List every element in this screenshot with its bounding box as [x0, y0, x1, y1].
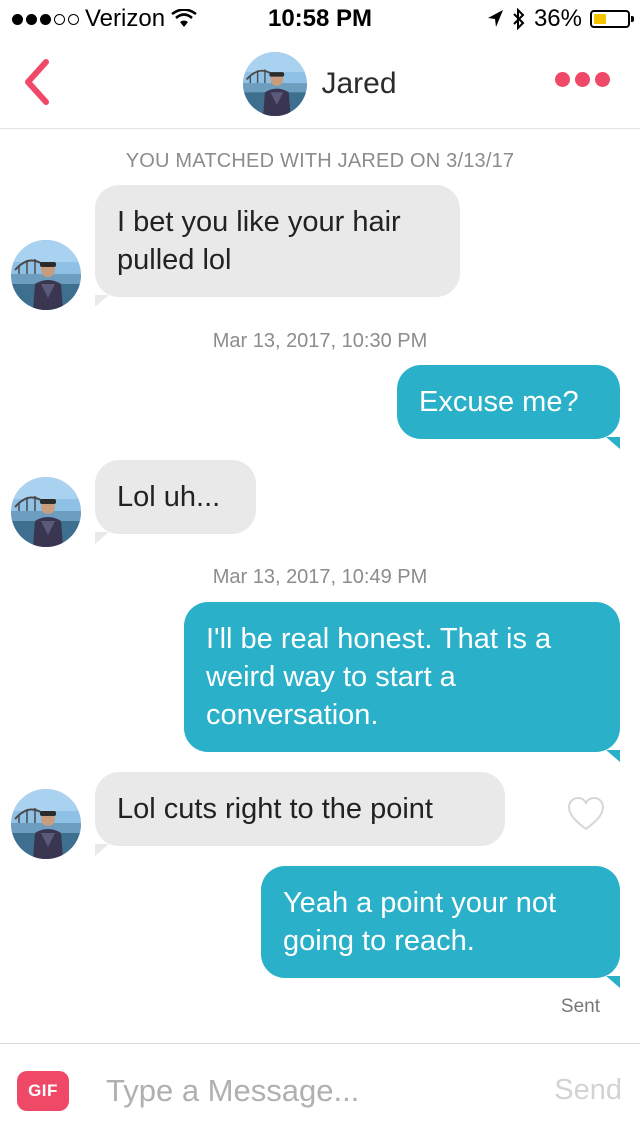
battery-icon: [590, 10, 634, 28]
location-arrow-icon: [487, 10, 503, 27]
message-incoming[interactable]: I bet you like your hair pulled lol: [95, 185, 460, 307]
message-outgoing[interactable]: Excuse me?: [397, 365, 620, 449]
avatar[interactable]: [11, 789, 81, 859]
gif-button[interactable]: GIF: [17, 1071, 69, 1111]
message-timestamp: Mar 13, 2017, 10:30 PM: [212, 330, 428, 352]
avatar[interactable]: [11, 240, 81, 310]
message-incoming[interactable]: Lol uh...: [95, 460, 256, 544]
message-outgoing[interactable]: Yeah a point your not going to reach.: [261, 866, 620, 988]
avatar[interactable]: [243, 52, 307, 116]
message-input[interactable]: [106, 1066, 526, 1116]
status-bar-right: 36%: [486, 5, 634, 33]
sent-status: Sent: [560, 996, 600, 1017]
message-outgoing[interactable]: I'll be real honest. That is a weird way…: [184, 602, 620, 762]
status-bar: Verizon 10:58 PM 36%: [0, 0, 640, 40]
message-incoming[interactable]: Lol cuts right to the point: [95, 772, 505, 856]
header-name[interactable]: Jared: [321, 67, 396, 101]
bluetooth-icon: [513, 8, 525, 30]
header-profile[interactable]: Jared: [0, 52, 640, 116]
more-dots-icon[interactable]: [555, 72, 610, 87]
message-composer: GIF Send: [0, 1043, 640, 1137]
heart-outline-icon[interactable]: [566, 795, 606, 833]
match-date-label: YOU MATCHED WITH JARED ON 3/13/17: [125, 150, 515, 172]
battery-level: [594, 14, 606, 24]
chat-header: Jared: [0, 40, 640, 129]
avatar[interactable]: [11, 477, 81, 547]
send-button[interactable]: Send: [554, 1074, 622, 1107]
battery-percent: 36%: [533, 5, 582, 32]
message-timestamp: Mar 13, 2017, 10:49 PM: [212, 566, 428, 588]
